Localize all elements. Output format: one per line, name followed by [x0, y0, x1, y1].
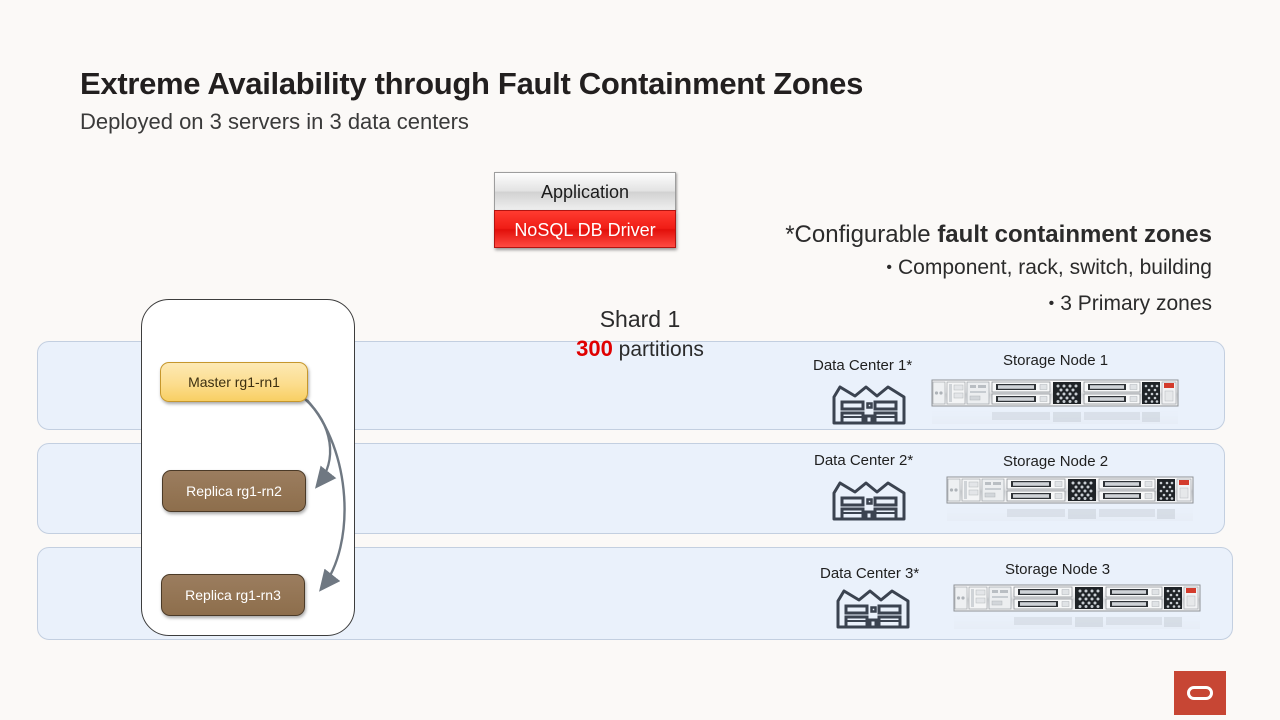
storage-node-server-icon — [945, 473, 1195, 531]
oracle-o-icon — [1187, 686, 1213, 700]
notes-bullet-1: • Component, rack, switch, building — [692, 250, 1212, 286]
shard-title: Shard 1 — [599, 306, 681, 332]
shard-partitions-label: partitions — [612, 338, 704, 361]
page-subtitle: Deployed on 3 servers in 3 data centers — [80, 109, 469, 134]
slide-canvas: Extreme Availability through Fault Conta… — [0, 0, 1280, 720]
data-center-label-3: Data Center 3* — [820, 565, 920, 582]
storage-node-label-2: Storage Node 2 — [1003, 453, 1109, 470]
page-title: Extreme Availability through Fault Conta… — [80, 66, 864, 101]
nosql-db-driver-box[interactable]: NoSQL DB Driver — [494, 210, 676, 248]
notes-heading: *Configurable fault containment zones — [692, 220, 1212, 250]
shard-partitions: 300 partitions — [0, 336, 1280, 362]
oracle-logo — [1174, 671, 1226, 715]
application-box[interactable]: Application — [494, 172, 676, 211]
storage-node-label-3: Storage Node 3 — [1005, 561, 1111, 578]
shard-node-replica-3[interactable]: Replica rg1-rn3 — [161, 574, 305, 616]
shard-partitions-count: 300 — [576, 336, 613, 361]
data-center-building-icon — [832, 479, 906, 526]
shard-node-master[interactable]: Master rg1-rn1 — [160, 362, 308, 402]
data-center-building-icon — [832, 383, 906, 430]
storage-node-server-icon — [930, 376, 1180, 434]
notes-heading-prefix: *Configurable — [785, 221, 938, 248]
notes-heading-bold: fault containment zones — [937, 221, 1212, 248]
bullet-dot-icon: • — [886, 259, 892, 276]
shard-node-replica-2[interactable]: Replica rg1-rn2 — [162, 470, 306, 512]
storage-node-server-icon — [952, 581, 1202, 639]
data-center-building-icon — [836, 587, 910, 634]
application-stack: Application NoSQL DB Driver — [494, 172, 676, 248]
notes-bullet-1-text: Component, rack, switch, building — [898, 256, 1212, 279]
data-center-label-2: Data Center 2* — [814, 452, 914, 469]
